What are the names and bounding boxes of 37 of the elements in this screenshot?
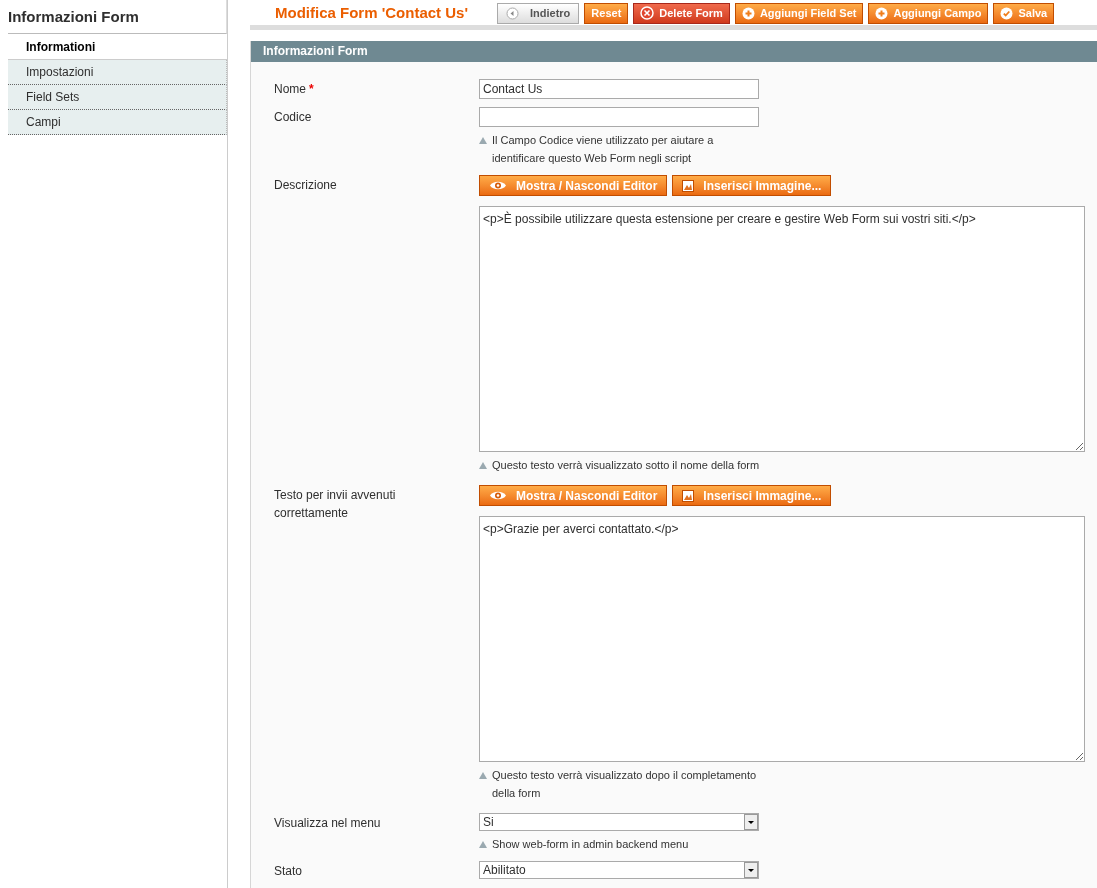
delete-button[interactable]: Delete Form	[633, 2, 730, 24]
eye-icon	[489, 180, 507, 191]
back-button[interactable]: Indietro	[497, 2, 580, 24]
image-icon	[682, 179, 695, 192]
field-note: Questo testo verrà visualizzato sotto il nome della form	[492, 458, 760, 473]
note-icon	[479, 772, 487, 779]
field-label: Testo per invii avvenuti correttamente	[274, 487, 397, 522]
note-icon	[479, 462, 487, 469]
sidebar-title: Informazioni Form	[8, 0, 227, 34]
section-header: Informazioni Form	[251, 41, 1097, 62]
back-icon	[506, 6, 519, 20]
field-label: Codice	[274, 109, 313, 126]
field-note: Questo testo verrà visualizzato dopo il completamento della form	[492, 768, 758, 801]
note-icon	[479, 841, 487, 848]
field-label: Stato	[274, 863, 304, 880]
field-label: Nome *	[274, 81, 315, 98]
note-icon	[479, 137, 487, 144]
editor-textarea[interactable]: <p>Grazie per averci contattato.</p>	[479, 516, 1085, 762]
field-note: Il Campo Codice viene utilizzato per aiutare a identificare questo Web Form negli script	[492, 133, 715, 166]
plus-icon	[875, 6, 889, 20]
close-icon	[640, 6, 655, 21]
image-icon	[682, 489, 695, 502]
plus-icon	[741, 6, 755, 20]
dropdown[interactable]: Abilitato	[479, 861, 759, 879]
sidebar-tab[interactable]: Campi	[8, 110, 227, 135]
editor-textarea[interactable]: <p>È possibile utilizzare questa estensione per creare e gestire Web Form sui vostri siti.</p>	[479, 206, 1085, 452]
page-title: Modifica Form 'Contact Us'	[275, 3, 469, 23]
checkmark-icon	[1000, 6, 1014, 20]
field-label: Visualizza nel menu	[274, 815, 382, 832]
field-label: Descrizione	[274, 177, 338, 194]
sidebar-tab[interactable]: Field Sets	[8, 85, 227, 110]
field-note: Show web-form in admin backend menu	[492, 837, 689, 852]
text-field[interactable]: Contact Us	[479, 79, 759, 99]
eye-icon	[489, 490, 507, 501]
dropdown[interactable]: Si	[479, 813, 759, 831]
text-field[interactable]	[479, 107, 759, 127]
sidebar-tab[interactable]: Impostazioni	[8, 60, 227, 85]
